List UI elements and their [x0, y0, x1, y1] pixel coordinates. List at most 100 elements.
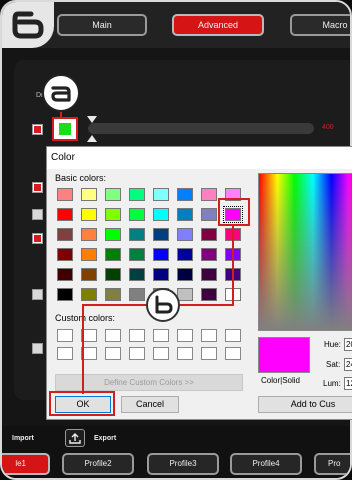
tab-advanced[interactable]: Advanced: [172, 14, 264, 36]
basic-color-swatch[interactable]: [177, 188, 193, 201]
highlight-ok-button: [49, 391, 115, 416]
basic-color-swatch[interactable]: [57, 208, 73, 221]
basic-color-swatch[interactable]: [153, 228, 169, 241]
basic-color-swatch[interactable]: [105, 228, 121, 241]
basic-color-swatch[interactable]: [105, 268, 121, 281]
custom-color-slot[interactable]: [225, 347, 241, 360]
profile-4-button[interactable]: Profile4: [230, 453, 302, 475]
export-button[interactable]: [65, 429, 85, 447]
color-dialog: Color Basic colors: Custom colors: Defin…: [46, 146, 352, 420]
basic-color-swatch[interactable]: [177, 208, 193, 221]
basic-color-swatch[interactable]: [81, 248, 97, 261]
basic-color-swatch[interactable]: [129, 188, 145, 201]
tab-macro[interactable]: Macro: [290, 14, 350, 36]
custom-color-slot[interactable]: [177, 347, 193, 360]
checkbox-row-4[interactable]: [32, 233, 43, 244]
basic-color-swatch[interactable]: [201, 188, 217, 201]
basic-color-swatch[interactable]: [81, 288, 97, 301]
custom-color-slot[interactable]: [225, 329, 241, 342]
color-spectrum[interactable]: [258, 173, 352, 331]
checkbox-row-5[interactable]: [32, 289, 43, 300]
callout-b-connector-right: [178, 304, 234, 306]
custom-color-slot[interactable]: [57, 347, 73, 360]
custom-color-slot[interactable]: [105, 347, 121, 360]
checkbox-row-6[interactable]: [32, 343, 43, 354]
step-badge: [2, 2, 54, 48]
step-number-icon: [12, 11, 44, 39]
basic-color-swatch[interactable]: [153, 248, 169, 261]
basic-color-swatch[interactable]: [177, 228, 193, 241]
basic-color-swatch[interactable]: [81, 268, 97, 281]
basic-color-swatch[interactable]: [81, 188, 97, 201]
basic-color-swatch[interactable]: [129, 228, 145, 241]
custom-color-slot[interactable]: [57, 329, 73, 342]
slider-marker-bottom: [87, 135, 97, 142]
dialog-title: Color: [47, 147, 352, 169]
basic-color-swatch[interactable]: [57, 268, 73, 281]
sat-label: Sat:: [326, 360, 341, 369]
checkbox-row-1[interactable]: [32, 124, 43, 135]
basic-color-swatch[interactable]: [57, 228, 73, 241]
basic-color-swatch[interactable]: [105, 188, 121, 201]
basic-color-swatch[interactable]: [105, 248, 121, 261]
basic-color-swatch[interactable]: [129, 288, 145, 301]
basic-color-swatch[interactable]: [201, 228, 217, 241]
custom-color-slot[interactable]: [177, 329, 193, 342]
basic-color-swatch[interactable]: [177, 288, 193, 301]
profile-2-button[interactable]: Profile2: [62, 453, 134, 475]
basic-color-swatch[interactable]: [129, 248, 145, 261]
highlight-selected-swatch: [218, 198, 250, 226]
color-swatch-button[interactable]: [52, 117, 78, 141]
intensity-slider[interactable]: [88, 123, 314, 134]
profile-3-button[interactable]: Profile3: [147, 453, 219, 475]
profile-1-button[interactable]: le1: [2, 453, 50, 475]
basic-color-swatch[interactable]: [177, 248, 193, 261]
basic-color-swatch[interactable]: [57, 248, 73, 261]
callout-a: [42, 74, 80, 112]
basic-color-swatch[interactable]: [81, 208, 97, 221]
basic-colors-label: Basic colors:: [55, 173, 107, 183]
basic-color-swatch[interactable]: [201, 208, 217, 221]
tab-main[interactable]: Main: [57, 14, 147, 36]
basic-color-swatch[interactable]: [153, 208, 169, 221]
basic-color-swatch[interactable]: [201, 268, 217, 281]
export-label[interactable]: Export: [94, 435, 116, 442]
upload-icon: [69, 433, 81, 444]
checkbox-row-2[interactable]: [32, 182, 43, 193]
profile-5-button[interactable]: Pro: [314, 453, 350, 475]
callout-b-connector-left: [82, 304, 148, 306]
basic-color-swatch[interactable]: [201, 288, 217, 301]
basic-color-swatch[interactable]: [153, 268, 169, 281]
custom-color-slot[interactable]: [129, 329, 145, 342]
lum-label: Lum:: [323, 379, 341, 388]
cancel-button[interactable]: Cancel: [121, 396, 179, 413]
basic-color-swatch[interactable]: [81, 228, 97, 241]
basic-color-swatch[interactable]: [57, 188, 73, 201]
custom-colors-label: Custom colors:: [55, 313, 116, 323]
basic-color-swatch[interactable]: [201, 248, 217, 261]
custom-color-slot[interactable]: [105, 329, 121, 342]
basic-color-swatch[interactable]: [105, 288, 121, 301]
slider-value: 400: [322, 124, 334, 131]
basic-color-swatch[interactable]: [105, 208, 121, 221]
color-solid-label: Color|Solid: [261, 376, 300, 385]
custom-color-slot[interactable]: [129, 347, 145, 360]
custom-color-slot[interactable]: [153, 329, 169, 342]
sat-field[interactable]: 24: [344, 358, 352, 371]
import-label[interactable]: Import: [12, 435, 34, 442]
slider-marker-top: [87, 116, 97, 123]
hue-field[interactable]: 20: [344, 338, 352, 351]
checkbox-row-3[interactable]: [32, 209, 43, 220]
custom-color-slot[interactable]: [201, 347, 217, 360]
custom-color-slot[interactable]: [153, 347, 169, 360]
basic-color-swatch[interactable]: [129, 268, 145, 281]
callout-a-icon: [51, 86, 71, 102]
basic-color-swatch[interactable]: [177, 268, 193, 281]
lum-field[interactable]: 12: [344, 377, 352, 390]
basic-color-swatch[interactable]: [129, 208, 145, 221]
custom-color-slot[interactable]: [201, 329, 217, 342]
basic-color-swatch[interactable]: [153, 188, 169, 201]
hue-label: Hue:: [324, 340, 341, 349]
basic-color-swatch[interactable]: [57, 288, 73, 301]
add-to-custom-colors-button[interactable]: Add to Cus: [258, 396, 352, 413]
